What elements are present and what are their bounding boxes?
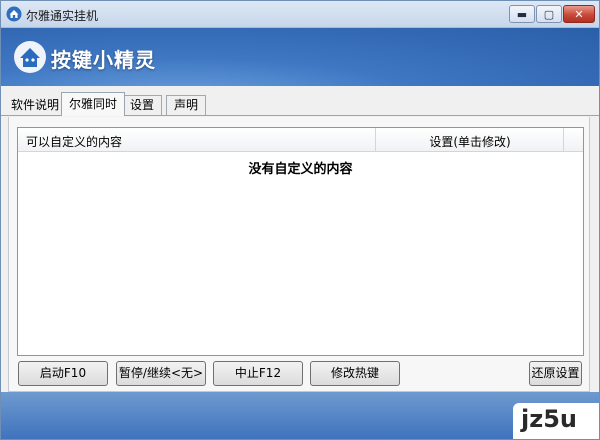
maximize-icon: ▢ [543, 8, 555, 21]
tab-bar: 软件说明 尔雅同时 设置 声明 [1, 89, 599, 116]
tab-panel: 可以自定义的内容 设置(单击修改) 没有自定义的内容 启动F10 暂停/继续<无… [8, 117, 590, 392]
header-banner: 按键小精灵 [1, 28, 599, 86]
modify-hotkey-button[interactable]: 修改热键 [310, 361, 400, 386]
banner-title: 按键小精灵 [51, 48, 156, 72]
stop-button[interactable]: 中止F12 [213, 361, 303, 386]
minimize-button[interactable]: ▬ [509, 5, 535, 23]
column-header-setting[interactable]: 设置(单击修改) [376, 133, 564, 150]
title-bar[interactable]: 尔雅通实挂机 ▬ ▢ ✕ [1, 1, 599, 28]
maximize-button[interactable]: ▢ [536, 5, 562, 23]
empty-list-message: 没有自定义的内容 [248, 162, 353, 177]
custom-content-list[interactable]: 可以自定义的内容 设置(单击修改) 没有自定义的内容 [17, 127, 584, 356]
tab-label: 设置 [130, 98, 155, 112]
app-icon [6, 6, 22, 22]
pause-resume-button[interactable]: 暂停/继续<无> [116, 361, 206, 386]
tab-software-info[interactable]: 软件说明 [1, 95, 67, 115]
tab-label: 软件说明 [11, 98, 60, 112]
column-divider [563, 128, 564, 151]
column-header-content[interactable]: 可以自定义的内容 [26, 133, 122, 150]
window-title: 尔雅通实挂机 [26, 9, 99, 23]
footer-band [1, 392, 599, 439]
tab-erya[interactable]: 尔雅同时 [61, 92, 126, 116]
tab-statement[interactable]: 声明 [166, 95, 207, 115]
tab-settings[interactable]: 设置 [122, 95, 163, 115]
close-button[interactable]: ✕ [563, 5, 595, 23]
watermark-text: jz5u [521, 405, 577, 433]
app-window: 尔雅通实挂机 ▬ ▢ ✕ 按键小精灵 软件说明 尔雅同时 设置 声明 可以自定义… [0, 0, 600, 440]
tab-label: 尔雅同时 [69, 97, 118, 111]
house-logo-icon [14, 41, 46, 73]
close-icon: ✕ [574, 8, 584, 21]
tab-label: 声明 [174, 98, 199, 112]
start-button[interactable]: 启动F10 [18, 361, 108, 386]
list-header: 可以自定义的内容 设置(单击修改) [18, 128, 583, 152]
restore-settings-button[interactable]: 还原设置 [529, 361, 582, 386]
minimize-icon: ▬ [516, 8, 528, 21]
